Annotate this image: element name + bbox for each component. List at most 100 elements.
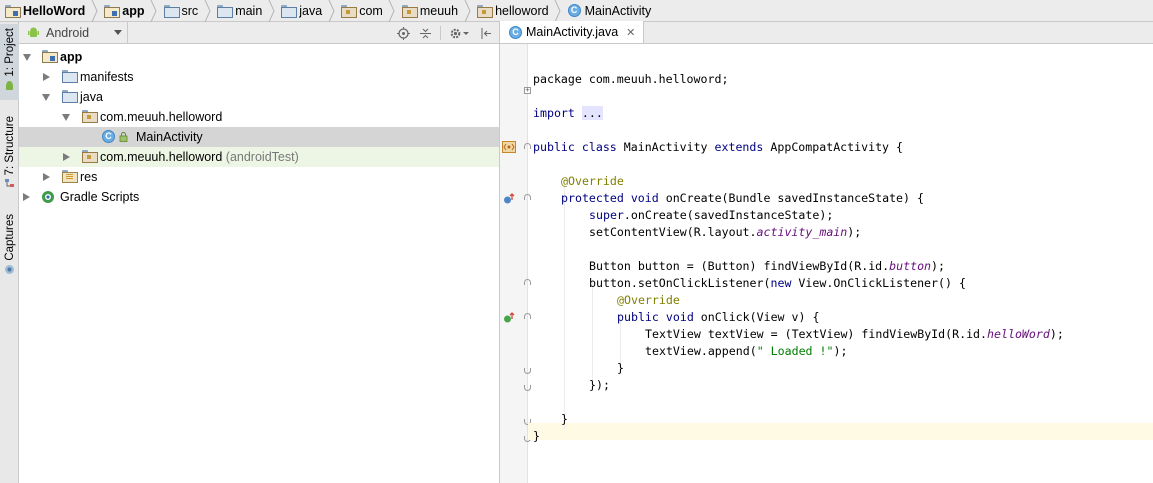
expand-arrow-icon[interactable] (62, 114, 70, 121)
tree-item-gradle-scripts[interactable]: Gradle Scripts (19, 187, 499, 207)
code-token: textView.append( (645, 344, 757, 358)
code-token: onClick(View v) { (700, 310, 820, 324)
expand-arrow-icon[interactable] (42, 94, 50, 101)
code-token: setContentView(R.layout. (589, 225, 757, 239)
code-token: button.setOnClickListener( (589, 276, 771, 290)
tree-item-mainactivity[interactable]: C MainActivity (19, 127, 499, 147)
tab-label: MainActivity.java (526, 25, 619, 39)
collapse-all-icon[interactable] (418, 26, 432, 40)
code-token: } (533, 429, 540, 443)
code-line: } (533, 428, 540, 445)
project-toolbar (396, 22, 493, 44)
code-area[interactable]: package com.meuuh.helloword; import ... … (528, 44, 1153, 483)
code-field: button (889, 259, 932, 273)
chevron-right-icon (462, 0, 472, 22)
gradle-icon (42, 191, 54, 203)
tree-item-package-androidtest[interactable]: com.meuuh.helloword (androidTest) (19, 147, 499, 167)
project-panel-header: Android (19, 21, 499, 44)
collapse-arrow-icon[interactable] (43, 173, 50, 181)
breadcrumb-label: meuuh (419, 3, 459, 18)
tree-item-java[interactable]: java (19, 87, 499, 107)
code-token: AppCompatActivity { (770, 140, 903, 154)
breadcrumb-src[interactable]: src (159, 0, 203, 22)
code-token: onCreate(Bundle savedInstanceState) { (665, 191, 924, 205)
code-token: MainActivity (623, 140, 708, 154)
close-icon[interactable]: ✕ (626, 26, 635, 39)
code-editor: C MainActivity.java ✕ + package com.meuu… (500, 21, 1153, 483)
tool-tab-captures[interactable]: Captures (0, 210, 19, 282)
editor-gutter: + (500, 44, 531, 483)
tree-item-suffix: (androidTest) (225, 150, 299, 164)
tree-item-name: com.meuuh.helloword (100, 150, 223, 164)
code-annotation: @Override (617, 293, 680, 307)
tool-tab-label: Captures (3, 214, 16, 261)
breadcrumb-label: MainActivity (584, 3, 652, 18)
chevron-right-icon (387, 0, 397, 22)
locate-icon[interactable] (396, 26, 410, 40)
package-icon (341, 5, 358, 18)
tree-item-label: com.meuuh.helloword (androidTest) (100, 150, 299, 164)
override-icon[interactable] (503, 193, 515, 205)
chevron-right-icon (553, 0, 563, 22)
package-icon (82, 150, 98, 163)
code-line: import ... (533, 105, 603, 122)
code-token: } (561, 412, 568, 426)
code-line: } (561, 411, 568, 428)
tool-tab-project[interactable]: 1: Project (0, 24, 19, 100)
module-folder-icon (42, 50, 58, 63)
tab-mainactivity-java[interactable]: C MainActivity.java ✕ (500, 21, 645, 43)
folder-icon (62, 70, 78, 83)
code-field: activity_main (756, 225, 848, 239)
breadcrumb-java[interactable]: java (276, 0, 326, 22)
folder-icon (163, 5, 180, 18)
code-keyword: void (630, 191, 659, 205)
tree-item-manifests[interactable]: manifests (19, 67, 499, 87)
expand-arrow-icon[interactable] (23, 54, 31, 61)
folded-code[interactable]: ... (581, 106, 603, 120)
breadcrumb-com[interactable]: com (336, 0, 387, 22)
collapse-arrow-icon[interactable] (43, 73, 50, 81)
tree-item-package[interactable]: com.meuuh.helloword (19, 107, 499, 127)
breadcrumb-label: com (359, 3, 383, 18)
code-line: setContentView(R.layout.activity_main); (589, 224, 861, 241)
collapse-arrow-icon[interactable] (23, 193, 30, 201)
tool-tab-structure[interactable]: 7: Structure (0, 112, 19, 196)
breadcrumb-app[interactable]: app (99, 0, 148, 22)
tree-item-app[interactable]: app (19, 47, 499, 67)
project-tree: app manifests java com.meuuh.helloword C… (19, 44, 499, 207)
chevron-right-icon (326, 0, 336, 22)
breadcrumb-main[interactable]: main (212, 0, 266, 22)
android-icon (28, 27, 39, 37)
code-token: }); (589, 378, 610, 392)
code-keyword: super (589, 208, 624, 222)
code-line: @Override (617, 292, 680, 309)
view-mode-dropdown[interactable]: Android (19, 21, 128, 44)
folder-icon (62, 90, 78, 103)
breadcrumb-helloword-package[interactable]: helloword (472, 0, 553, 22)
tool-tab-label: 7: Structure (3, 116, 16, 176)
chevron-right-icon (202, 0, 212, 22)
code-line: protected void onCreate(Bundle savedInst… (561, 190, 924, 207)
code-line: TextView textView = (TextView) findViewB… (645, 326, 1064, 343)
layout-link-icon[interactable] (502, 141, 516, 153)
code-field: helloWord (987, 327, 1050, 341)
tree-item-label: MainActivity (136, 130, 203, 144)
collapse-arrow-icon[interactable] (63, 153, 70, 161)
implement-icon[interactable] (503, 312, 515, 324)
class-icon: C (509, 25, 522, 39)
breadcrumb-mainactivity[interactable]: C MainActivity (563, 0, 656, 22)
breadcrumb-helloword[interactable]: HelloWord (0, 0, 89, 22)
package-icon (82, 110, 98, 123)
gear-icon[interactable] (449, 26, 471, 40)
hide-panel-icon[interactable] (479, 26, 493, 40)
breadcrumb-meuuh[interactable]: meuuh (397, 0, 462, 22)
code-keyword: new (770, 276, 792, 290)
code-token: Button button = (Button) findViewById(R.… (589, 259, 890, 273)
tree-item-res[interactable]: res (19, 167, 499, 187)
code-annotation: @Override (561, 174, 624, 188)
project-panel: Android app manifests java com.meuuh.hel… (19, 21, 500, 483)
code-line: button.setOnClickListener(new View.OnCli… (589, 275, 966, 292)
tool-window-strip: 1: Project 7: Structure Captures (0, 22, 19, 483)
camera-icon (5, 264, 14, 274)
code-token: ); (1049, 327, 1064, 341)
